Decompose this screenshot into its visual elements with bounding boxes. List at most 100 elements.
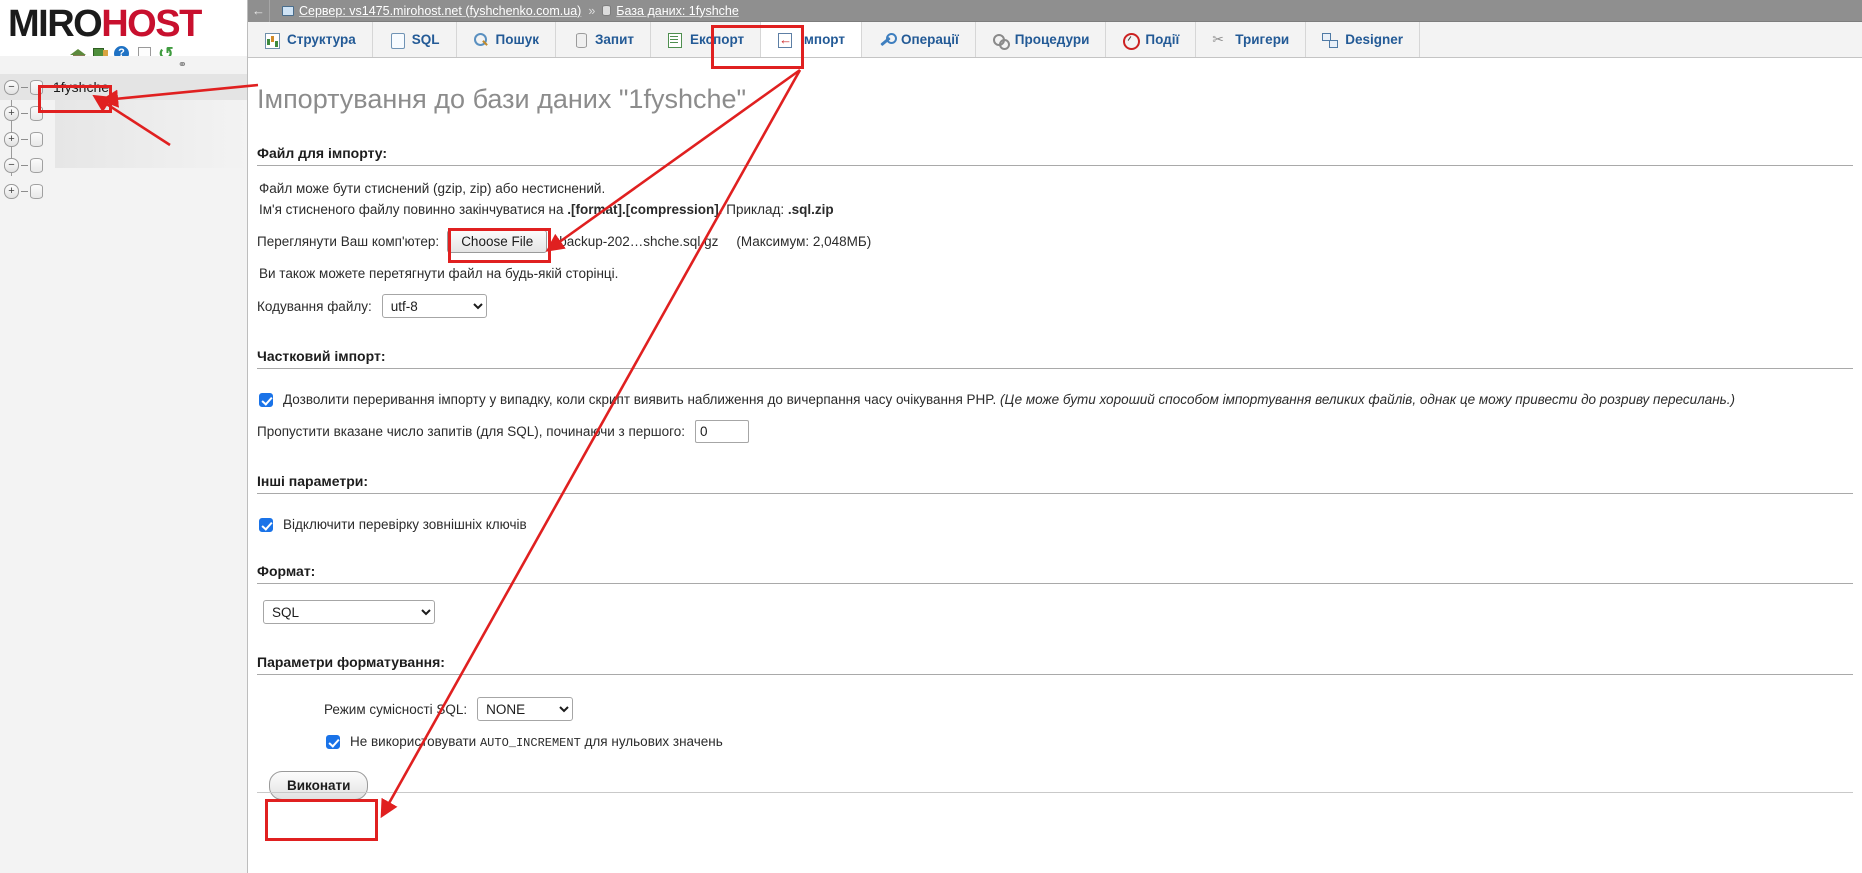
page-title: Імпортування до бази даних "1fyshche" — [257, 84, 747, 114]
no-autoincrement-label: Не використовувати AUTO_INCREMENT для ну… — [350, 734, 723, 751]
allow-interrupt-note: (Це може бути хороший способом імпортува… — [1000, 392, 1736, 407]
encoding-select[interactable]: utf-8 — [381, 294, 487, 318]
max-file-size-label: (Максимум: 2,048МБ) — [736, 234, 872, 249]
tab-query[interactable]: Запит — [555, 22, 651, 57]
tab-label: Designer — [1345, 32, 1404, 47]
other-section-legend: Інші параметри: — [257, 473, 1853, 494]
app-root: MIROHOST ⚭ − 1fyshche + — [0, 0, 1862, 873]
tree-dash — [21, 190, 28, 192]
no-autoincrement-row: Не використовувати AUTO_INCREMENT для ну… — [324, 734, 1862, 751]
tab-events[interactable]: Події — [1106, 22, 1197, 57]
no-autoincrement-post: для нульових значень — [580, 734, 723, 749]
sql-compat-label: Режим сумісності SQL: — [324, 701, 468, 717]
database-tree-item-highlight — [38, 85, 112, 113]
auto-increment-token: AUTO_INCREMENT — [479, 736, 581, 750]
other-section-body: Відключити перевірку зовнішніх ключів — [248, 494, 1862, 539]
no-autoincrement-checkbox[interactable] — [326, 735, 340, 749]
tab-label: Структура — [287, 32, 356, 47]
tab-search[interactable]: Пошук — [456, 22, 556, 57]
tree-dash — [21, 112, 28, 114]
file-hint-extension-mid: . Приклад: — [718, 202, 788, 217]
encoding-row: Кодування файлу: utf-8 — [257, 294, 1862, 318]
tree-toggle-icon[interactable]: + — [4, 105, 19, 121]
tree-row[interactable]: − — [0, 152, 247, 178]
file-hint-extension: Ім'я стисненого файлу повинно закінчуват… — [259, 201, 1862, 218]
file-hint-extension-pre: Ім'я стисненого файлу повинно закінчуват… — [259, 202, 568, 217]
export-icon — [667, 32, 683, 48]
execute-button-highlight — [265, 799, 378, 841]
allow-interrupt-row: Дозволити переривання імпорту у випадку,… — [257, 392, 1862, 408]
chain-link-icon[interactable]: ⚭ — [178, 58, 187, 71]
tree-row[interactable]: + — [0, 178, 247, 204]
tree-toggle-icon[interactable]: + — [4, 131, 19, 147]
procedures-icon — [992, 32, 1010, 50]
events-icon — [1122, 32, 1141, 50]
database-icon — [30, 183, 43, 199]
browse-label: Переглянути Ваш комп'ютер: — [257, 234, 440, 249]
query-icon — [572, 32, 588, 48]
tab-designer[interactable]: Designer — [1306, 22, 1421, 57]
file-section-legend: Файл для імпорту: — [257, 145, 1853, 166]
tab-procedures[interactable]: Процедури — [975, 22, 1107, 57]
database-icon — [30, 157, 43, 173]
tree-row[interactable]: + — [0, 126, 247, 152]
tree-toggle-icon[interactable]: − — [4, 157, 19, 173]
brand-logo-host: HOST — [101, 3, 202, 45]
tab-label: Процедури — [1014, 32, 1090, 47]
tab-triggers[interactable]: Тригери — [1196, 22, 1307, 57]
format-select[interactable]: SQL — [263, 600, 435, 624]
breadcrumb-bar: ← Сервер: vs1475.mirohost.net (fyshchenk… — [248, 0, 1862, 22]
tab-label: Тригери — [1235, 32, 1290, 47]
operations-icon — [878, 32, 897, 48]
file-hint-format-token: .[format].[compression] — [567, 202, 719, 217]
tab-sql[interactable]: SQL — [372, 22, 457, 57]
back-button[interactable]: ← — [248, 0, 270, 22]
disable-fk-row: Відключити перевірку зовнішніх ключів — [257, 517, 1862, 533]
execute-button[interactable]: Виконати — [269, 771, 369, 800]
tab-label: SQL — [411, 32, 440, 47]
tree-dash — [21, 138, 28, 140]
tree-toggle-icon[interactable]: − — [4, 79, 19, 95]
allow-interrupt-label: Дозволити переривання імпорту у випадку,… — [283, 392, 1735, 408]
sidebar: MIROHOST ⚭ − 1fyshche + — [0, 0, 248, 873]
sql-compat-select[interactable]: NONE — [477, 697, 574, 721]
tree-toggle-icon[interactable]: + — [4, 183, 19, 199]
file-hint-compression: Файл може бути стиснений (gzip, zip) або… — [259, 181, 606, 196]
tab-bar: Структура SQL Пошук Запит Експорт Імпорт… — [248, 22, 1862, 58]
format-options-body: Режим сумісності SQL: NONE Не використов… — [248, 675, 1862, 806]
disable-foreign-keys-checkbox[interactable] — [259, 518, 273, 532]
breadcrumb-server[interactable]: Сервер: vs1475.mirohost.net (fyshchenko.… — [299, 4, 581, 18]
allow-interrupt-text: Дозволити переривання імпорту у випадку,… — [283, 392, 1001, 407]
brand-logo-text: MIROHOST — [8, 2, 202, 46]
sql-icon — [389, 32, 405, 49]
format-section-legend: Формат: — [257, 563, 1853, 584]
database-icon — [602, 5, 612, 16]
brand-logo[interactable]: MIROHOST — [0, 0, 247, 66]
partial-section-body: Дозволити переривання імпорту у випадку,… — [248, 369, 1862, 449]
bottom-divider — [257, 792, 1853, 793]
skip-queries-label: Пропустити вказане число запитів (для SQ… — [257, 424, 686, 439]
skip-queries-row: Пропустити вказане число запитів (для SQ… — [257, 420, 1862, 443]
search-icon — [473, 32, 489, 48]
structure-icon — [264, 32, 280, 49]
allow-interrupt-checkbox[interactable] — [259, 393, 273, 407]
tab-label: Імпорт — [800, 32, 845, 47]
skip-queries-input[interactable] — [695, 420, 750, 443]
tab-operations[interactable]: Операції — [862, 22, 976, 57]
sidebar-separator — [0, 56, 247, 74]
format-section-body: SQL — [248, 584, 1862, 630]
encoding-label: Кодування файлу: — [257, 298, 372, 314]
tab-label: Запит — [594, 32, 634, 47]
database-icon — [30, 131, 43, 147]
tab-label: Пошук — [495, 32, 539, 47]
tab-structure[interactable]: Структура — [248, 22, 373, 57]
breadcrumb-database[interactable]: База даних: 1fyshche — [616, 4, 739, 18]
main-content: Імпортування до бази даних "1fyshche" Фа… — [248, 58, 1862, 873]
import-tab-highlight — [711, 25, 804, 69]
choose-file-button-highlight — [448, 228, 551, 263]
file-hint-example-token: .sql.zip — [787, 202, 834, 217]
chosen-file-name: backup-202…shche.sql.gz — [559, 234, 719, 249]
tab-label: Операції — [901, 32, 959, 47]
designer-icon — [1322, 32, 1339, 48]
triggers-icon — [1212, 31, 1228, 48]
